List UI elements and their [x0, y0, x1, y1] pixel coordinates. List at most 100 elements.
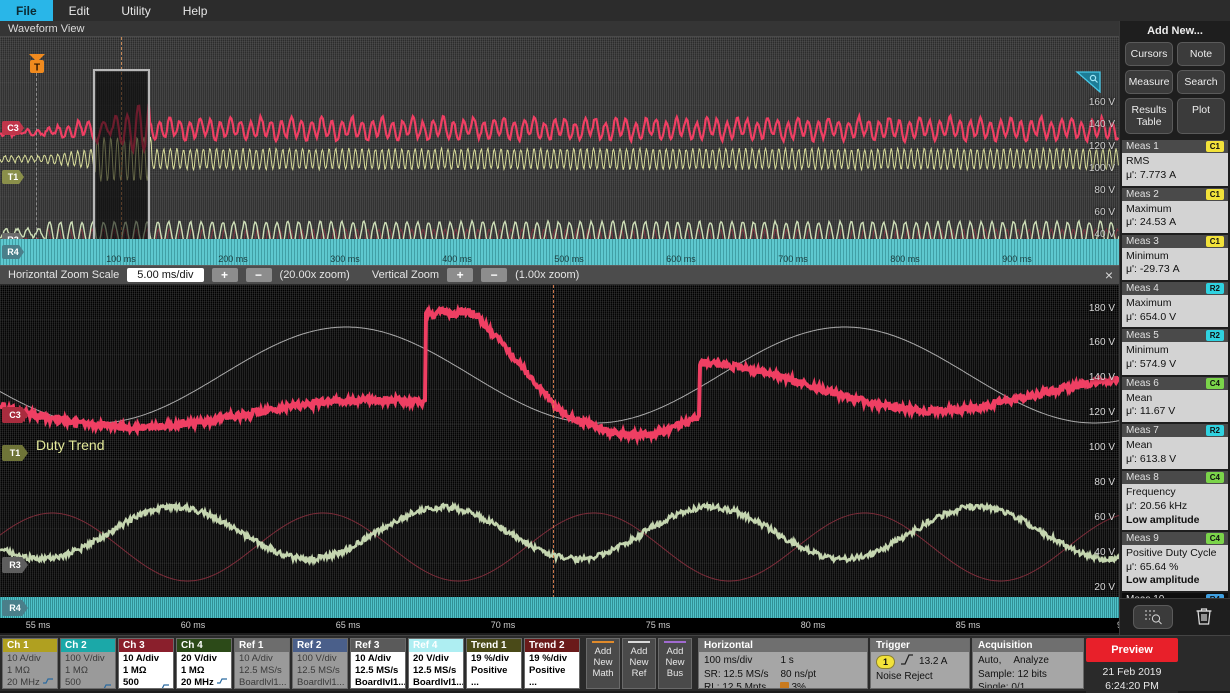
- rising-edge-icon: [900, 654, 914, 670]
- bandwidth-icon: [101, 683, 111, 689]
- h-zoom-scale-label: Horizontal Zoom Scale: [8, 269, 119, 281]
- trigger-body: 1 13.2 A Noise Reject: [871, 652, 969, 688]
- channel-badge-name: Ref 1: [235, 639, 289, 652]
- channel-setting-value: 19 %/div: [529, 653, 567, 665]
- channel-badge-ref-2[interactable]: Ref 2 100 V/div 12.5 MS/s Boardlvl1...: [292, 638, 348, 689]
- measurement-source-badge[interactable]: R2: [1206, 330, 1224, 341]
- measurement-type: Mean: [1126, 392, 1224, 406]
- horizontal-body: 100 ms/div 1 s SR: 12.5 MS/s 80 ns/pt RL…: [699, 652, 867, 689]
- add-cursors-button[interactable]: Cursors: [1125, 42, 1173, 66]
- measurement-badge[interactable]: Meas 8 C4 Frequency μ': 20.56 kHz Low amplit…: [1122, 471, 1228, 530]
- measurement-badge[interactable]: Meas 4 R2 Maximum μ': 654.0 V: [1122, 282, 1228, 327]
- add-search-button[interactable]: Search: [1177, 70, 1225, 94]
- measurement-name: Meas 6: [1126, 378, 1159, 389]
- acquisition-card[interactable]: Acquisition Auto, Analyze Sample: 12 bit…: [972, 638, 1084, 689]
- sidebar-add-buttons: Cursors Note Measure Search Results Tabl…: [1120, 42, 1230, 140]
- zoom-ttick-6: 85 ms: [956, 620, 981, 630]
- add-measure-button[interactable]: Measure: [1125, 70, 1173, 94]
- channel-badge-ref-1[interactable]: Ref 1 10 A/div 12.5 MS/s Boardlvl1...: [234, 638, 290, 689]
- add-results-table-button[interactable]: Results Table: [1125, 98, 1173, 134]
- add-note-button[interactable]: Note: [1177, 42, 1225, 66]
- zoom-cursor-line[interactable]: [553, 285, 554, 633]
- channel-badge-trend-2[interactable]: Trend 219 %/divPositive ...Meas 10: [524, 638, 580, 689]
- channel-badge-lines: 19 %/divPositive ...Meas 10: [525, 652, 579, 689]
- h-zoom-decrease-button[interactable]: −: [246, 268, 272, 282]
- measurement-source-badge[interactable]: C4: [1206, 472, 1224, 483]
- h-zoom-scale-value[interactable]: 5.00 ms/div: [127, 268, 203, 282]
- measurement-source-badge[interactable]: R2: [1206, 283, 1224, 294]
- channel-badge-ch-1[interactable]: Ch 1 10 A/div 1 MΩ 20 MHz: [2, 638, 58, 689]
- measurement-source-badge[interactable]: C4: [1206, 533, 1224, 544]
- measurement-badge-body: Minimum μ': -29.73 A: [1122, 248, 1228, 280]
- channel-setting-value: 20 V/div: [181, 653, 217, 665]
- measurement-type: Frequency: [1126, 486, 1224, 500]
- channel-badge-ch-3[interactable]: Ch 310 A/div1 MΩ500 MHz: [118, 638, 174, 689]
- menu-item-help[interactable]: Help: [167, 0, 224, 21]
- measurement-source-badge[interactable]: R2: [1206, 425, 1224, 436]
- channel-setting-value: Positive ...: [471, 665, 517, 689]
- add-new-ref-button[interactable]: Add New Ref: [622, 638, 656, 689]
- measurement-source-badge[interactable]: C1: [1206, 141, 1224, 152]
- v-zoom-decrease-button[interactable]: −: [481, 268, 507, 282]
- measurement-source-badge[interactable]: C4: [1206, 378, 1224, 389]
- menu-item-utility[interactable]: Utility: [105, 0, 166, 21]
- horizontal-card[interactable]: Horizontal 100 ms/div 1 s SR: 12.5 MS/s …: [698, 638, 868, 689]
- horizontal-sample-rate: SR: 12.5 MS/s: [704, 668, 780, 682]
- measurement-name: Meas 7: [1126, 425, 1159, 436]
- measurement-badge[interactable]: Meas 3 C1 Minimum μ': -29.73 A: [1122, 235, 1228, 280]
- zoom-resize-handle-icon[interactable]: [1075, 71, 1101, 93]
- add-new-color-bar: [664, 641, 686, 643]
- close-zoom-button[interactable]: ×: [1105, 267, 1113, 283]
- channel-setting-value: 12.5 MS/s: [239, 665, 282, 677]
- measurement-badge[interactable]: Meas 2 C1 Maximum μ': 24.53 A: [1122, 188, 1228, 233]
- measurement-badge[interactable]: Meas 5 R2 Minimum μ': 574.9 V: [1122, 329, 1228, 374]
- preview-button[interactable]: Preview: [1086, 638, 1178, 662]
- add-new-bus-button[interactable]: Add New Bus: [658, 638, 692, 689]
- bandwidth-icon: [217, 677, 227, 689]
- channel-setting-row: Boardlvl1...: [239, 677, 285, 689]
- channel-badge-name: Ch 3: [119, 639, 173, 652]
- measurement-name: Meas 4: [1126, 283, 1159, 294]
- zoom-region-box[interactable]: [93, 69, 150, 265]
- channel-badge-ch-4[interactable]: Ch 4 20 V/div 1 MΩ 20 MHz: [176, 638, 232, 689]
- h-zoom-increase-button[interactable]: +: [212, 268, 238, 282]
- measurement-source-badge[interactable]: C1: [1206, 189, 1224, 200]
- measurement-badge[interactable]: Meas 6 C4 Mean μ': 11.67 V: [1122, 377, 1228, 422]
- trash-icon[interactable]: [1190, 606, 1218, 629]
- channel-badge-ref-4[interactable]: Ref 4 20 V/div 12.5 MS/s Boardlvl1...: [408, 638, 464, 689]
- measurement-badge[interactable]: Meas 9 C4 Positive Duty Cycle μ': 65.64 % Lo…: [1122, 532, 1228, 591]
- overview-vtick-80: 80 V: [1094, 185, 1115, 196]
- menu-item-file[interactable]: File: [0, 0, 53, 21]
- measurement-value: μ': 574.9 V: [1126, 358, 1224, 372]
- v-zoom-increase-button[interactable]: +: [447, 268, 473, 282]
- measurement-badge[interactable]: Meas 1 C1 RMS μ': 7.773 A: [1122, 140, 1228, 185]
- channel-setting-value: 20 V/div: [413, 653, 449, 665]
- channel-badge-ref-3[interactable]: Ref 3 10 A/div 12.5 MS/s Boardlvl1...: [350, 638, 406, 689]
- zoom-search-icon[interactable]: [1133, 605, 1173, 629]
- overview-time-ribbon[interactable]: R4 100 ms 200 ms 300 ms 400 ms 500 ms 60…: [0, 239, 1119, 265]
- channel-setting-row: 100 V/div: [65, 653, 111, 665]
- acquisition-title: Acquisition: [973, 639, 1083, 652]
- measurement-badge[interactable]: Meas 7 R2 Mean μ': 613.8 V: [1122, 424, 1228, 469]
- channel-badge-lines: 20 V/div 1 MΩ 20 MHz: [177, 652, 231, 689]
- channel-setting-value: 12.5 MS/s: [413, 665, 456, 677]
- add-plot-button[interactable]: Plot: [1177, 98, 1225, 134]
- trigger-source-badge[interactable]: 1: [876, 655, 895, 669]
- zoom-waveform-area[interactable]: 180 V 160 V 140 V 120 V 100 V 80 V 60 V …: [0, 285, 1119, 633]
- channel-setting-value: 20 MHz: [181, 677, 214, 689]
- overview-ttick-2: 300 ms: [330, 254, 360, 264]
- channel-setting-value: 100 V/div: [65, 653, 105, 665]
- channel-setting-value: 100 V/div: [297, 653, 337, 665]
- trigger-card[interactable]: Trigger 1 13.2 A Noise Reject: [870, 638, 970, 689]
- measurement-type: Maximum: [1126, 297, 1224, 311]
- add-new-math-button[interactable]: Add New Math: [586, 638, 620, 689]
- menu-item-edit[interactable]: Edit: [53, 0, 106, 21]
- channel-badge-ch-2[interactable]: Ch 2100 V/div1 MΩ500 MHz: [60, 638, 116, 689]
- measurement-value: μ': 11.67 V: [1126, 405, 1224, 419]
- overview-waveform-area[interactable]: T 160 V 140 V 120 V 100 V 80 V 60 V 40 V…: [0, 37, 1119, 265]
- trigger-level: 13.2 A: [919, 655, 947, 669]
- trigger-marker-icon[interactable]: T: [28, 54, 46, 74]
- add-new-label: Add New Bus: [665, 646, 684, 680]
- channel-badge-trend-1[interactable]: Trend 119 %/divPositive ...Meas 9: [466, 638, 522, 689]
- measurement-source-badge[interactable]: C1: [1206, 236, 1224, 247]
